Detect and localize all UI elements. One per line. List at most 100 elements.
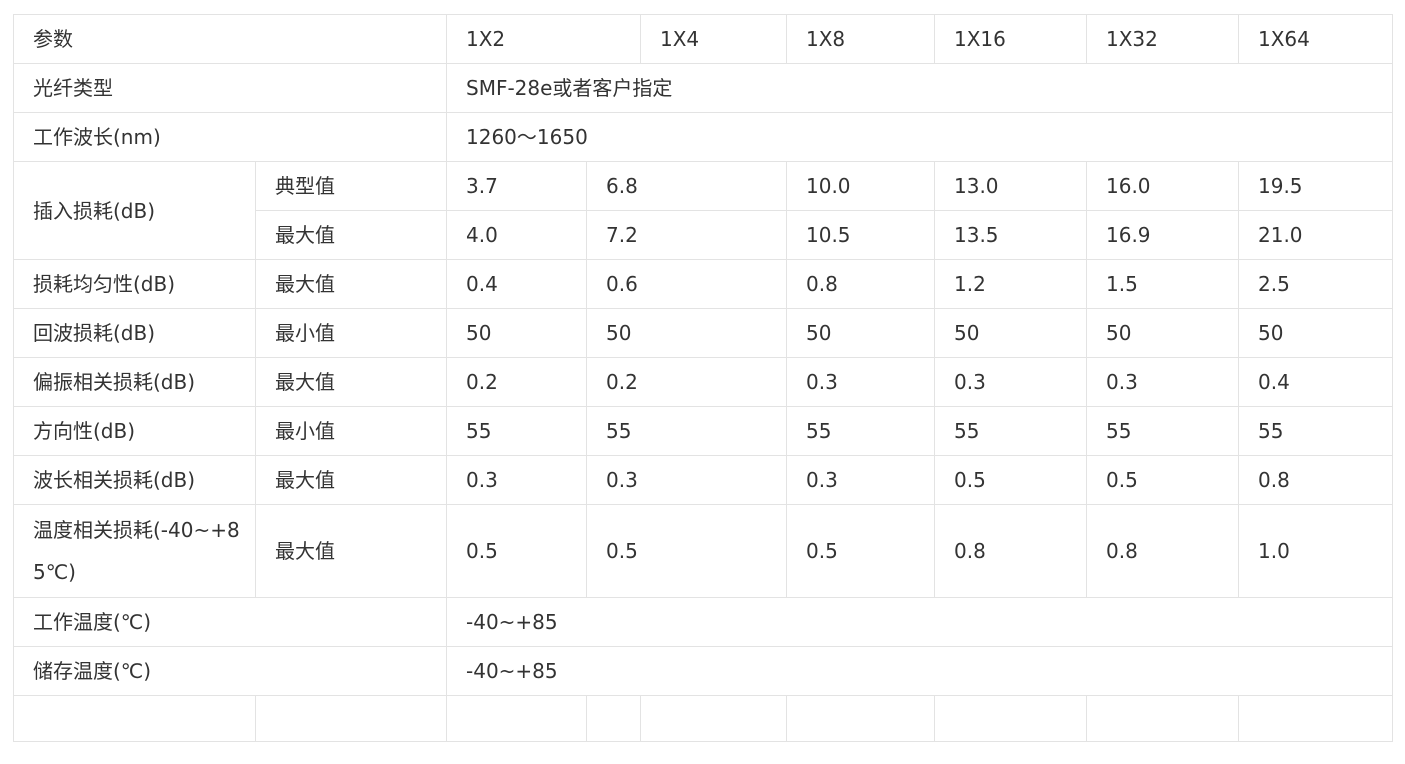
table-row: 温度相关损耗(-40~+85℃) 最大值 0.5 0.5 0.5 0.8 0.8… [13, 504, 1393, 598]
table-cell: 0.2 [446, 357, 587, 407]
table-cell: 1.0 [1238, 504, 1393, 598]
fiber-type-row: 光纤类型 SMF-28e或者客户指定 [13, 63, 1393, 113]
operating-temp-value: -40~+85 [446, 597, 1393, 647]
storage-temp-value: -40~+85 [446, 646, 1393, 696]
empty-cell [640, 695, 787, 742]
table-cell: 0.8 [786, 259, 935, 309]
table-cell: 55 [1238, 406, 1393, 456]
table-cell: 0.8 [1238, 455, 1393, 505]
table-cell: 50 [1086, 308, 1239, 358]
table-cell: 50 [586, 308, 787, 358]
table-cell: 3.7 [446, 161, 587, 211]
table-cell: 4.0 [446, 210, 587, 260]
header-row: 参数 1X2 1X4 1X8 1X16 1X32 1X64 [13, 14, 1393, 64]
wavelength-row: 工作波长(nm) 1260～1650 [13, 112, 1393, 162]
typical-label: 典型值 [255, 161, 447, 211]
wavelength-label: 工作波长(nm) [13, 112, 447, 162]
table-row: 偏振相关损耗(dB) 最大值 0.2 0.2 0.3 0.3 0.3 0.4 [13, 357, 1393, 407]
row-label: 偏振相关损耗(dB) [13, 357, 256, 407]
storage-temp-label: 储存温度(℃) [13, 646, 447, 696]
operating-temp-row: 工作温度(℃) -40~+85 [13, 597, 1393, 647]
table-cell: 7.2 [586, 210, 787, 260]
table-cell: 0.3 [934, 357, 1087, 407]
table-cell: 10.0 [786, 161, 935, 211]
table-cell: 0.8 [1086, 504, 1239, 598]
table-cell: 55 [446, 406, 587, 456]
max-label: 最大值 [255, 210, 447, 260]
fiber-type-label: 光纤类型 [13, 63, 447, 113]
table-cell: 50 [1238, 308, 1393, 358]
empty-row [13, 695, 1393, 742]
table-cell: 6.8 [586, 161, 787, 211]
storage-temp-row: 储存温度(℃) -40~+85 [13, 646, 1393, 696]
table-cell: 0.3 [446, 455, 587, 505]
row-sub-label: 最大值 [255, 357, 447, 407]
row-label: 波长相关损耗(dB) [13, 455, 256, 505]
empty-cell [1086, 695, 1239, 742]
empty-cell [934, 695, 1087, 742]
table-cell: 0.2 [586, 357, 787, 407]
table-cell: 1.5 [1086, 259, 1239, 309]
operating-temp-label: 工作温度(℃) [13, 597, 447, 647]
insertion-loss-label: 插入损耗(dB) [13, 161, 256, 260]
empty-cell [13, 695, 256, 742]
empty-cell [255, 695, 447, 742]
insertion-loss-typical-row: 插入损耗(dB) 典型值 3.7 6.8 10.0 13.0 16.0 19.5 [13, 161, 1393, 260]
table-cell: 55 [786, 406, 935, 456]
model-header-1x4: 1X4 [640, 14, 787, 64]
table-row: 损耗均匀性(dB) 最大值 0.4 0.6 0.8 1.2 1.5 2.5 [13, 259, 1393, 309]
table-cell: 55 [586, 406, 787, 456]
table-cell: 10.5 [786, 210, 935, 260]
table-cell: 2.5 [1238, 259, 1393, 309]
table-cell: 19.5 [1238, 161, 1393, 211]
model-header-1x32: 1X32 [1086, 14, 1239, 64]
table-cell: 0.8 [934, 504, 1087, 598]
table-cell: 0.5 [786, 504, 935, 598]
table-cell: 13.5 [934, 210, 1087, 260]
model-header-1x64: 1X64 [1238, 14, 1393, 64]
table-cell: 16.9 [1086, 210, 1239, 260]
table-cell: 1.2 [934, 259, 1087, 309]
param-header: 参数 [13, 14, 447, 64]
row-label: 回波损耗(dB) [13, 308, 256, 358]
row-sub-label: 最小值 [255, 406, 447, 456]
empty-cell [786, 695, 935, 742]
empty-cell [1238, 695, 1393, 742]
table-cell: 0.5 [934, 455, 1087, 505]
table-cell: 0.3 [786, 357, 935, 407]
table-cell: 50 [446, 308, 587, 358]
table-cell: 0.5 [446, 504, 587, 598]
table-cell: 0.6 [586, 259, 787, 309]
table-cell: 0.3 [586, 455, 787, 505]
row-label: 方向性(dB) [13, 406, 256, 456]
table-cell: 16.0 [1086, 161, 1239, 211]
table-cell: 0.4 [446, 259, 587, 309]
model-header-1x16: 1X16 [934, 14, 1087, 64]
empty-cell [446, 695, 587, 742]
row-sub-label: 最大值 [255, 504, 447, 598]
table-cell: 0.5 [1086, 455, 1239, 505]
table-cell: 13.0 [934, 161, 1087, 211]
row-sub-label: 最大值 [255, 455, 447, 505]
table-cell: 0.3 [1086, 357, 1239, 407]
table-cell: 50 [786, 308, 935, 358]
empty-cell [586, 695, 641, 742]
table-cell: 0.5 [586, 504, 787, 598]
table-row: 波长相关损耗(dB) 最大值 0.3 0.3 0.3 0.5 0.5 0.8 [13, 455, 1393, 505]
table-cell: 0.3 [786, 455, 935, 505]
fiber-type-value: SMF-28e或者客户指定 [446, 63, 1393, 113]
model-header-1x8: 1X8 [786, 14, 935, 64]
table-cell: 50 [934, 308, 1087, 358]
row-sub-label: 最大值 [255, 259, 447, 309]
wavelength-value: 1260～1650 [446, 112, 1393, 162]
table-row: 回波损耗(dB) 最小值 50 50 50 50 50 50 [13, 308, 1393, 358]
table-cell: 0.4 [1238, 357, 1393, 407]
row-sub-label: 最小值 [255, 308, 447, 358]
table-row: 方向性(dB) 最小值 55 55 55 55 55 55 [13, 406, 1393, 456]
model-header-1x2: 1X2 [446, 14, 641, 64]
row-label: 损耗均匀性(dB) [13, 259, 256, 309]
table-cell: 55 [1086, 406, 1239, 456]
table-cell: 55 [934, 406, 1087, 456]
row-label: 温度相关损耗(-40~+85℃) [13, 504, 256, 598]
table-cell: 21.0 [1238, 210, 1393, 260]
